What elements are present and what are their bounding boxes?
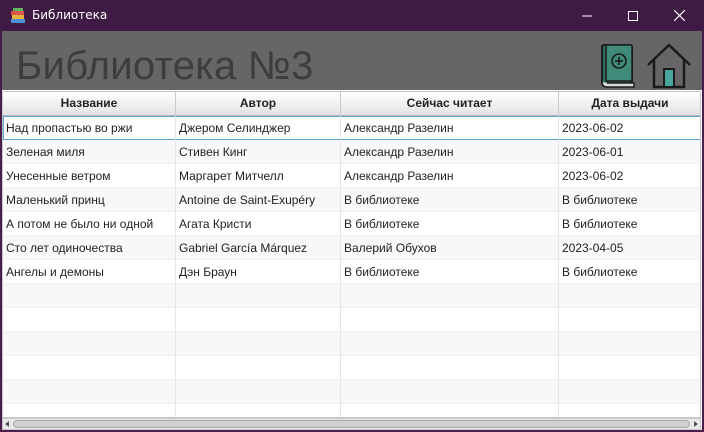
- cell-issue-date: В библиотеке: [559, 260, 700, 284]
- empty-table-row: [3, 404, 700, 417]
- empty-table-row: [3, 332, 700, 356]
- table-row[interactable]: Над пропастью во ржи Джером Селинджер Ал…: [3, 116, 700, 140]
- cell-author: Стивен Кинг: [176, 140, 341, 164]
- cell-author: Antoine de Saint-Exupéry: [176, 188, 341, 212]
- table-row[interactable]: Сто лет одиночества Gabriel García Márqu…: [3, 236, 700, 260]
- close-button[interactable]: [656, 0, 702, 31]
- cell-issue-date: 2023-06-02: [559, 116, 700, 140]
- cell-reader: В библиотеке: [341, 260, 559, 284]
- table-row[interactable]: Маленький принц Antoine de Saint-Exupéry…: [3, 188, 700, 212]
- cell-title: Зеленая миля: [3, 140, 176, 164]
- app-window: Библиотека Библиотека №3 Название Автор …: [0, 0, 704, 432]
- table-header: Название Автор Сейчас читает Дата выдачи: [3, 92, 700, 116]
- column-header-issue-date[interactable]: Дата выдачи: [559, 92, 700, 115]
- cell-title: Ангелы и демоны: [3, 260, 176, 284]
- table-row[interactable]: А потом не было ни одной Агата Кристи В …: [3, 212, 700, 236]
- cell-reader: В библиотеке: [341, 188, 559, 212]
- page-title: Библиотека №3: [16, 44, 314, 88]
- scrollbar-thumb[interactable]: [13, 420, 690, 428]
- column-header-title[interactable]: Название: [3, 92, 176, 115]
- empty-table-row: [3, 284, 700, 308]
- cell-author: Джером Селинджер: [176, 116, 341, 140]
- table-row[interactable]: Ангелы и демоны Дэн Браун В библиотеке В…: [3, 260, 700, 284]
- cell-title: Над пропастью во ржи: [3, 116, 176, 140]
- home-button[interactable]: [645, 42, 693, 90]
- cell-reader: Александр Разелин: [341, 164, 559, 188]
- cell-issue-date: 2023-06-02: [559, 164, 700, 188]
- window-frame-left: [0, 31, 2, 432]
- empty-table-row: [3, 356, 700, 380]
- cell-issue-date: 2023-06-01: [559, 140, 700, 164]
- cell-author: Gabriel García Márquez: [176, 236, 341, 260]
- books-table[interactable]: Название Автор Сейчас читает Дата выдачи…: [2, 91, 701, 418]
- cell-reader: Александр Разелин: [341, 116, 559, 140]
- cell-reader: Александр Разелин: [341, 140, 559, 164]
- books-icon: [10, 8, 26, 24]
- scroll-left-icon[interactable]: [5, 421, 9, 427]
- title-bar[interactable]: Библиотека: [0, 0, 704, 31]
- cell-issue-date: 2023-04-05: [559, 236, 700, 260]
- header-bar: Библиотека №3: [0, 31, 704, 90]
- cell-issue-date: В библиотеке: [559, 212, 700, 236]
- table-row[interactable]: Зеленая миля Стивен Кинг Александр Разел…: [3, 140, 700, 164]
- scroll-right-icon[interactable]: [694, 421, 698, 427]
- cell-reader: В библиотеке: [341, 212, 559, 236]
- empty-table-row: [3, 380, 700, 404]
- empty-table-row: [3, 308, 700, 332]
- add-book-button[interactable]: [598, 42, 638, 90]
- cell-title: Сто лет одиночества: [3, 236, 176, 260]
- cell-issue-date: В библиотеке: [559, 188, 700, 212]
- cell-title: Маленький принц: [3, 188, 176, 212]
- cell-title: Унесенные ветром: [3, 164, 176, 188]
- cell-reader: Валерий Обухов: [341, 236, 559, 260]
- cell-author: Агата Кристи: [176, 212, 341, 236]
- cell-author: Дэн Браун: [176, 260, 341, 284]
- horizontal-scrollbar[interactable]: [2, 418, 701, 430]
- minimize-button[interactable]: [564, 0, 610, 31]
- table-row[interactable]: Унесенные ветром Маргарет Митчелл Алекса…: [3, 164, 700, 188]
- window-title: Библиотека: [32, 8, 108, 22]
- cell-author: Маргарет Митчелл: [176, 164, 341, 188]
- table-body: Над пропастью во ржи Джером Селинджер Ал…: [3, 116, 700, 417]
- maximize-button[interactable]: [610, 0, 656, 31]
- column-header-author[interactable]: Автор: [176, 92, 341, 115]
- column-header-reader[interactable]: Сейчас читает: [341, 92, 559, 115]
- cell-title: А потом не было ни одной: [3, 212, 176, 236]
